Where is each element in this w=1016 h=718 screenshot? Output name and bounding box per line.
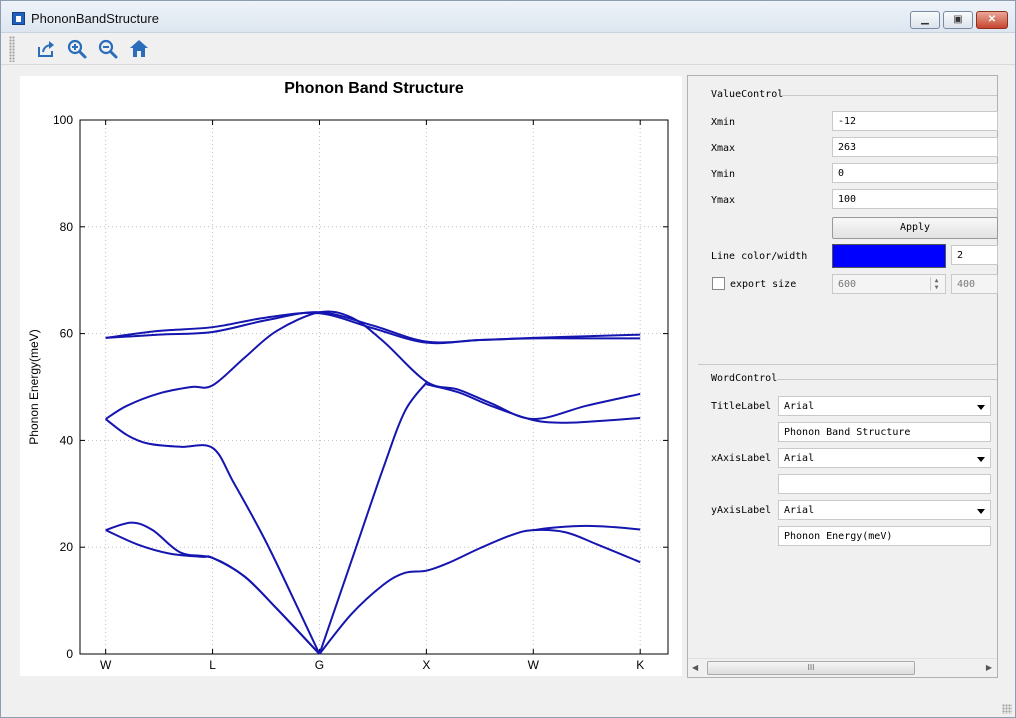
export-icon [38,41,54,57]
y-tick-label: 60 [60,327,74,341]
title-font-value: Arial [784,401,815,412]
word-control-divider [777,379,997,380]
window-title: PhononBandStructure [31,11,159,26]
zoom-out-button[interactable] [97,38,119,60]
scroll-thumb[interactable]: III [707,661,915,675]
resize-grip-icon[interactable] [1002,704,1012,714]
scroll-left-icon[interactable]: ◀ [692,663,698,672]
phonon-band-line-6 [318,382,428,655]
panel-horizontal-scrollbar[interactable]: ◀ III ▶ [688,658,997,677]
export-button[interactable] [35,38,57,60]
chevron-down-icon [977,457,985,462]
spin-arrows-icon[interactable]: ▲ ▼ [930,277,942,291]
group-separator [698,364,997,365]
y-tick-label: 80 [60,220,74,234]
plot-frame [79,119,669,655]
title-label-caption: TitleLabel [711,401,772,412]
yaxis-label-caption: yAxisLabel [711,505,772,516]
zoom-out-icon [98,39,118,59]
minimize-button[interactable]: ▁ [910,11,940,29]
band-structure-chart[interactable]: 0 20 40 60 80 100 W L G X W K Phonon Band Structure P… [20,76,682,676]
x-tick-label: G [315,658,324,672]
zoom-in-button[interactable] [66,38,88,60]
ymax-input[interactable]: 100 [832,189,998,209]
home-icon [130,40,148,57]
title-font-select[interactable]: Arial [778,396,991,416]
x-tick-label: W [100,658,112,672]
app-window: PhononBandStructure ▁ ▣ ✕ 0 20 40 60 80 … [0,0,1016,718]
title-bar[interactable]: PhononBandStructure ▁ ▣ ✕ [1,1,1015,33]
value-control-title: ValueControl [711,89,784,100]
plot-area[interactable]: 0 20 40 60 80 100 W L G X W K Phonon Band Structure P… [20,76,682,676]
xaxis-text-input[interactable] [778,474,991,494]
word-control-title: WordControl [711,373,778,384]
chart-title: Phonon Band Structure [284,80,464,97]
title-text-input[interactable]: Phonon Band Structure [778,422,991,442]
phonon-band-line-2 [105,311,641,345]
export-width-spinbox[interactable]: 600 ▲ ▼ [832,274,946,294]
export-width-value: 600 [838,279,857,290]
maximize-button[interactable]: ▣ [943,11,973,29]
xmax-input[interactable]: 263 [832,137,998,157]
ymax-label: Ymax [711,195,736,206]
settings-panel: ValueControl Xmin -12 Xmax 263 Ymin 0 Ym… [687,75,998,678]
ymin-label: Ymin [711,169,736,180]
export-size-checkbox[interactable] [712,277,725,290]
export-size-label: export size [730,279,797,290]
y-tick-label: 40 [60,433,74,447]
line-color-swatch[interactable] [832,244,946,268]
toolbar-grip[interactable] [9,36,15,62]
xaxis-font-select[interactable]: Arial [778,448,991,468]
apply-button[interactable]: Apply [832,217,998,239]
phonon-band-line-9 [318,528,641,655]
chevron-down-icon [977,509,985,514]
x-tick-label: W [528,658,540,672]
xaxis-label-caption: xAxisLabel [711,453,772,464]
export-height-spinbox[interactable]: 400 [951,274,998,294]
yaxis-text-input[interactable]: Phonon Energy(meV) [778,526,991,546]
xaxis-font-value: Arial [784,453,815,464]
yaxis-font-select[interactable]: Arial [778,500,991,520]
line-width-input[interactable]: 2 [951,245,998,265]
value-control-divider [782,95,997,96]
scroll-right-icon[interactable]: ▶ [986,663,992,672]
ymin-input[interactable]: 0 [832,163,998,183]
xmin-label: Xmin [711,117,736,128]
yaxis-font-value: Arial [784,505,815,516]
x-tick-label: L [209,658,216,672]
line-color-width-label: Line color/width [711,251,808,262]
xmin-input[interactable]: -12 [832,111,998,131]
x-tick-label: K [636,658,644,672]
y-tick-label: 0 [66,647,73,661]
y-tick-label: 20 [60,540,74,554]
y-tick-label: 100 [53,113,73,127]
home-button[interactable] [128,38,150,60]
chevron-down-icon [977,405,985,410]
xmax-label: Xmax [711,143,736,154]
y-axis-label: Phonon Energy(meV) [27,329,41,444]
toolbar [1,33,1015,65]
app-icon [12,12,25,25]
zoom-in-icon [67,39,87,59]
close-button[interactable]: ✕ [976,11,1008,29]
x-tick-label: X [422,658,430,672]
